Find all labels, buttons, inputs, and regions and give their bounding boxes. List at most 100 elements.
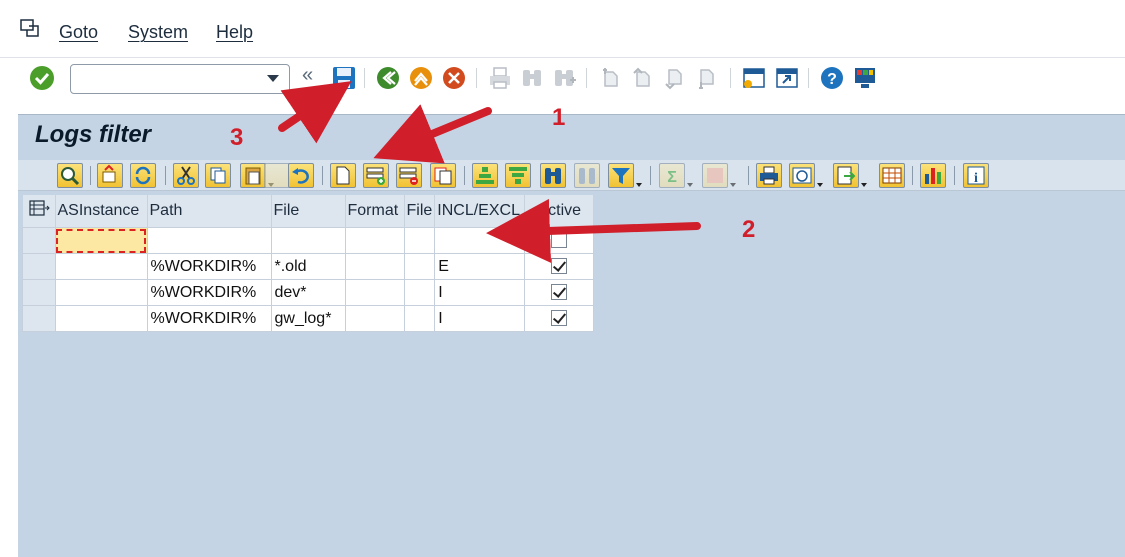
column-header-active[interactable]: Active	[524, 195, 595, 228]
column-header-incl-excl[interactable]: INCL/EXCL	[434, 195, 526, 228]
column-header-path[interactable]: Path	[147, 195, 272, 228]
active-checkbox[interactable]	[551, 232, 568, 249]
last-page-icon[interactable]	[692, 64, 720, 92]
cancel-icon[interactable]	[440, 64, 468, 92]
enter-icon[interactable]	[30, 66, 54, 90]
menu-help[interactable]: Help	[216, 22, 253, 43]
help-icon[interactable]: ?	[818, 64, 846, 92]
cell-asinstance[interactable]	[54, 253, 148, 280]
cell-incl-excl[interactable]: I	[434, 279, 526, 306]
cell-format[interactable]	[344, 279, 405, 306]
details-button[interactable]	[57, 163, 83, 188]
previous-page-icon[interactable]	[628, 64, 656, 92]
menu-system[interactable]: System	[128, 22, 188, 43]
next-page-icon[interactable]	[660, 64, 688, 92]
alv-separator	[912, 166, 913, 185]
cell-path[interactable]: %WORKDIR%	[146, 253, 272, 280]
cell-file-2[interactable]	[403, 253, 436, 280]
information-button[interactable]: i	[963, 163, 989, 188]
active-checkbox[interactable]	[551, 310, 568, 327]
insert-row-button[interactable]	[363, 163, 389, 188]
column-header-file-2[interactable]: File	[404, 195, 436, 228]
find-button[interactable]	[540, 163, 566, 188]
paste-button[interactable]	[240, 163, 274, 188]
command-field[interactable]	[70, 64, 290, 94]
print-button[interactable]	[756, 163, 782, 188]
column-header-format[interactable]: Format	[345, 195, 405, 228]
exit-icon[interactable]	[407, 64, 435, 92]
active-checkbox[interactable]	[551, 258, 568, 275]
back-icon[interactable]	[374, 64, 402, 92]
cell-format[interactable]	[344, 305, 405, 332]
paste-options-button[interactable]	[264, 163, 290, 188]
column-selector[interactable]	[22, 195, 56, 228]
save-icon[interactable]	[330, 64, 358, 92]
screen-title: Logs filter	[35, 121, 152, 148]
annotation-label-1: 1	[552, 104, 566, 131]
shortcut-icon[interactable]	[773, 64, 801, 92]
active-checkbox[interactable]	[551, 284, 568, 301]
cell-incl-excl[interactable]: I	[434, 305, 526, 332]
menu-goto[interactable]: Goto	[59, 22, 98, 43]
column-header-asinstance[interactable]: ASInstance	[55, 195, 148, 228]
sort-descending-button[interactable]	[505, 163, 531, 188]
filter-button[interactable]	[608, 163, 642, 188]
sort-ascending-button[interactable]	[472, 163, 498, 188]
cell-asinstance[interactable]	[54, 227, 148, 254]
find-icon[interactable]	[518, 64, 546, 92]
cell-format[interactable]	[344, 253, 405, 280]
cell-asinstance[interactable]	[54, 305, 148, 332]
cell-file-2[interactable]	[403, 305, 436, 332]
row-selector[interactable]	[22, 253, 56, 280]
column-header-file[interactable]: File	[271, 195, 346, 228]
row-selector[interactable]	[22, 227, 56, 254]
table-row: %WORKDIR% dev* I	[22, 279, 595, 306]
views-button[interactable]	[789, 163, 823, 188]
first-page-icon[interactable]	[596, 64, 624, 92]
cell-file[interactable]: dev*	[270, 279, 346, 306]
cell-file-2[interactable]	[403, 227, 436, 254]
undo-button[interactable]	[288, 163, 314, 188]
append-row-button[interactable]	[330, 163, 356, 188]
copy-button[interactable]	[205, 163, 231, 188]
subtotal-button[interactable]	[702, 163, 736, 188]
alv-separator	[748, 166, 749, 185]
customize-layout-icon[interactable]	[851, 64, 879, 92]
cell-path[interactable]: %WORKDIR%	[146, 279, 272, 306]
find-next-button[interactable]	[574, 163, 600, 188]
find-next-icon[interactable]	[550, 64, 578, 92]
print-icon[interactable]	[486, 64, 514, 92]
refresh-button[interactable]	[130, 163, 156, 188]
cell-path[interactable]	[146, 227, 272, 254]
cell-asinstance[interactable]	[54, 279, 148, 306]
graphic-button[interactable]	[920, 163, 946, 188]
cell-file-2[interactable]	[403, 279, 436, 306]
command-dropdown-icon[interactable]	[267, 75, 279, 82]
check-button[interactable]	[97, 163, 123, 188]
layout-icon[interactable]	[23, 195, 55, 222]
annotation-label-3: 3	[230, 124, 244, 151]
duplicate-row-button[interactable]	[430, 163, 456, 188]
menu-icon[interactable]	[20, 19, 40, 37]
row-selector[interactable]	[22, 279, 56, 306]
collapse-command-icon[interactable]: «	[302, 64, 313, 87]
cut-button[interactable]	[173, 163, 199, 188]
cell-file[interactable]: *.old	[270, 253, 346, 280]
total-button[interactable]: Σ	[659, 163, 693, 188]
svg-text:i: i	[974, 171, 978, 186]
cell-file[interactable]: gw_log*	[270, 305, 346, 332]
cell-format[interactable]	[344, 227, 405, 254]
alv-separator	[165, 166, 166, 185]
export-button[interactable]	[833, 163, 867, 188]
cell-incl-excl[interactable]	[434, 227, 526, 254]
cell-active	[524, 227, 595, 254]
delete-row-button[interactable]	[396, 163, 422, 188]
create-session-icon[interactable]	[740, 64, 768, 92]
cell-path[interactable]: %WORKDIR%	[146, 305, 272, 332]
alv-separator	[90, 166, 91, 185]
row-selector[interactable]	[22, 305, 56, 332]
cell-file[interactable]	[270, 227, 346, 254]
cell-incl-excl[interactable]: E	[434, 253, 526, 280]
change-layout-button[interactable]	[879, 163, 905, 188]
cell-active	[524, 253, 595, 280]
